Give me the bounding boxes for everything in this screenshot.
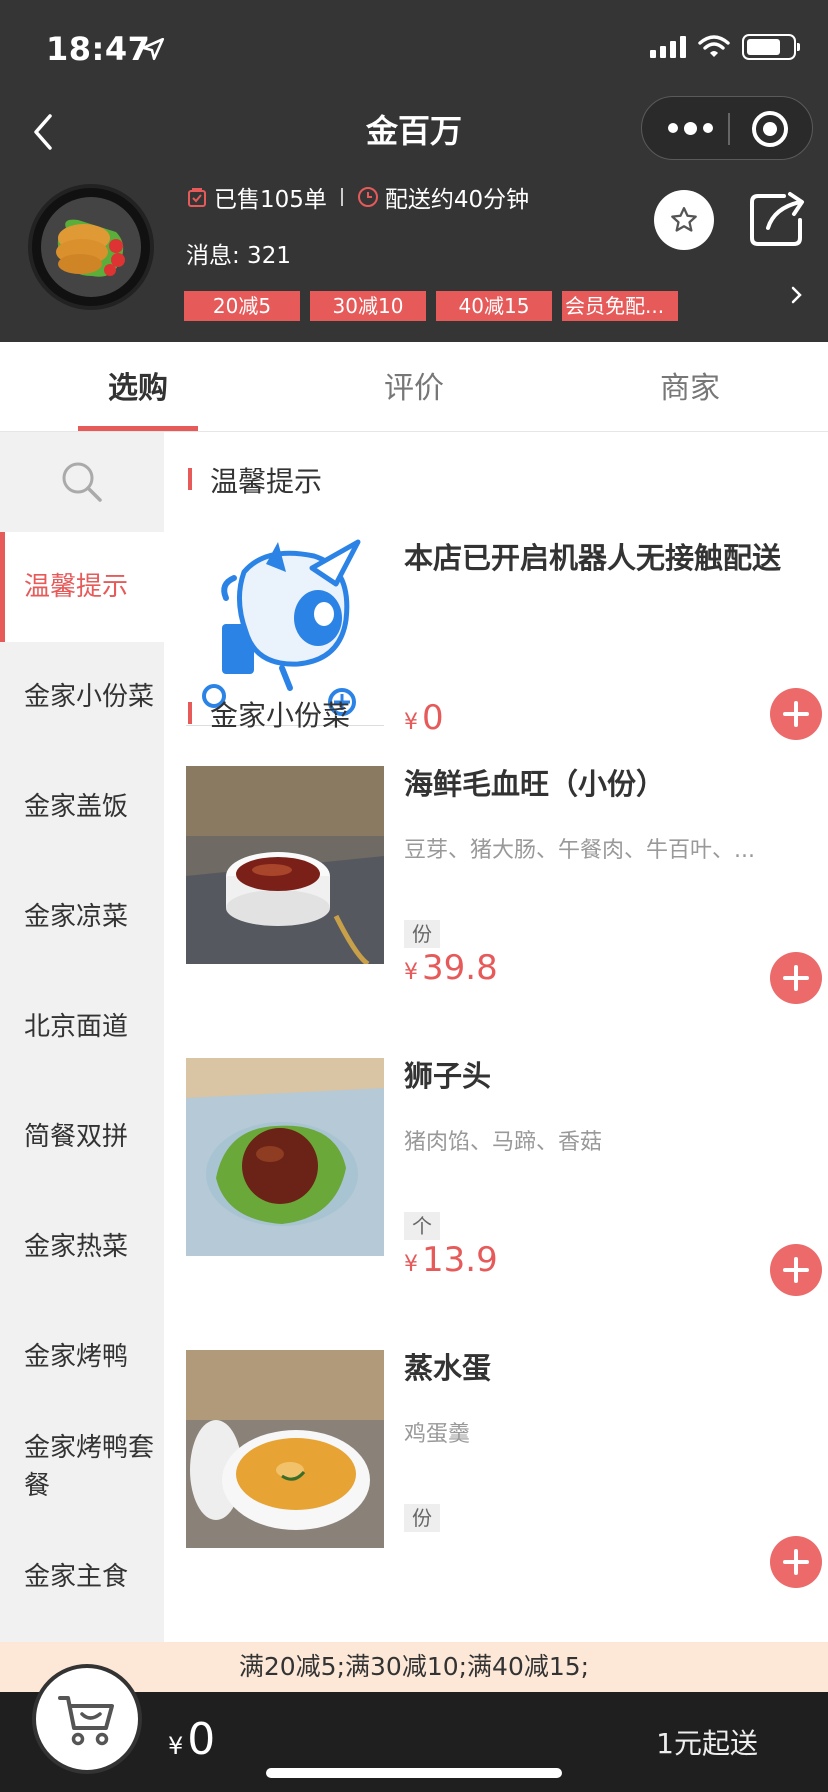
- add-to-cart-button[interactable]: [770, 1536, 822, 1588]
- mini-program-capsule: [641, 96, 813, 160]
- wifi-icon: [698, 35, 730, 57]
- tab-active-indicator: [78, 426, 198, 431]
- sidebar-item-small-dishes[interactable]: 金家小份菜: [0, 642, 164, 752]
- min-order-label: 1元起送: [656, 1727, 758, 1760]
- item-unit: 份: [404, 920, 440, 948]
- shopping-cart-icon: [58, 1696, 114, 1746]
- sidebar-item-noodles[interactable]: 北京面道: [0, 972, 164, 1082]
- sidebar-search[interactable]: [0, 432, 164, 532]
- sidebar-item-roast-duck[interactable]: 金家烤鸭: [0, 1302, 164, 1412]
- store-logo: [28, 184, 154, 310]
- status-icons: [650, 34, 800, 60]
- add-to-cart-button[interactable]: [770, 688, 822, 740]
- cart-total: ¥0: [168, 1714, 216, 1765]
- list-item[interactable]: 狮子头 猪肉馅、马蹄、香菇 个 ¥13.9: [186, 1058, 822, 1296]
- store-stats: 已售105单 配送约40分钟: [186, 180, 529, 214]
- item-unit: 个: [404, 1212, 440, 1240]
- item-unit: 份: [404, 1504, 440, 1532]
- tab-merchant[interactable]: 商家: [552, 342, 828, 432]
- discount-tag: 20减5: [184, 291, 300, 321]
- cellular-signal-icon: [650, 36, 686, 58]
- item-price: ¥13.9: [404, 1240, 498, 1280]
- item-name: 海鲜毛血旺（小份）: [404, 767, 666, 801]
- item-name: 蒸水蛋: [404, 1351, 492, 1385]
- sidebar-item-cold-dishes[interactable]: 金家凉菜: [0, 862, 164, 972]
- item-name: 狮子头: [404, 1059, 492, 1093]
- item-name: 本店已开启机器人无接触配送: [404, 541, 782, 575]
- discount-tag: 40减15: [436, 291, 552, 321]
- tab-bar: 选购 评价 商家: [0, 342, 828, 432]
- clock-icon: [357, 187, 378, 207]
- star-icon: [671, 207, 697, 232]
- item-price: ¥39.8: [404, 948, 498, 988]
- sidebar-item-staples[interactable]: 金家主食: [0, 1522, 164, 1632]
- sold-count: 已售105单: [214, 187, 327, 213]
- spicy-seafood-image: [186, 766, 384, 964]
- add-to-cart-button[interactable]: [770, 1244, 822, 1296]
- section-title: 金家小份菜: [188, 694, 350, 734]
- battery-icon: [742, 34, 800, 60]
- location-arrow-icon: [141, 37, 165, 61]
- message-count: 消息: 321: [186, 243, 291, 269]
- sidebar-item-rice-bowls[interactable]: 金家盖饭: [0, 752, 164, 862]
- list-item[interactable]: 蒸水蛋 鸡蛋羹 份: [186, 1350, 822, 1588]
- close-miniprogram-icon[interactable]: [752, 111, 788, 147]
- sidebar-item-combo[interactable]: 简餐双拼: [0, 1082, 164, 1192]
- favorite-button[interactable]: [654, 190, 714, 250]
- list-item[interactable]: 海鲜毛血旺（小份） 豆芽、猪大肠、午餐肉、牛百叶、... 份 ¥39.8: [186, 766, 822, 1004]
- home-indicator: [266, 1768, 562, 1778]
- add-to-cart-button[interactable]: [770, 952, 822, 1004]
- lion-head-image: [186, 1058, 384, 1256]
- steamed-egg-image: [186, 1350, 384, 1548]
- item-desc: 猪肉馅、马蹄、香菇: [404, 1130, 603, 1155]
- delivery-time: 配送约40分钟: [384, 187, 530, 213]
- member-tag: 会员免配...: [562, 291, 678, 321]
- item-desc: 鸡蛋羹: [404, 1422, 471, 1447]
- product-list: 温馨提示 本店已开启机器人无接触配送 ¥0 金家小份菜 海鲜毛血旺（小份） 豆芽…: [164, 432, 828, 1642]
- chevron-right-icon[interactable]: [790, 284, 804, 306]
- section-title: 温馨提示: [188, 460, 322, 500]
- item-desc: 豆芽、猪大肠、午餐肉、牛百叶、...: [404, 838, 755, 863]
- sidebar-item-tips[interactable]: 温馨提示: [0, 532, 164, 642]
- share-icon[interactable]: [748, 190, 808, 246]
- sidebar-item-roast-duck-set[interactable]: 金家烤鸭套餐: [0, 1412, 164, 1522]
- store-header: 18:47 金百万 已售105单 配送约40分钟 消息: 321 20减5 30…: [0, 0, 828, 342]
- cart-button[interactable]: [32, 1664, 142, 1774]
- category-sidebar: 温馨提示 金家小份菜 金家盖饭 金家凉菜 北京面道 简餐双拼 金家热菜 金家烤鸭…: [0, 432, 164, 1642]
- tab-shop[interactable]: 选购: [0, 342, 276, 432]
- sidebar-item-hot-dishes[interactable]: 金家热菜: [0, 1192, 164, 1302]
- discount-tag: 30减10: [310, 291, 426, 321]
- discount-tags: 20减5 30减10 40减15 会员免配...: [184, 291, 678, 321]
- tab-reviews[interactable]: 评价: [276, 342, 552, 432]
- item-price: ¥0: [404, 698, 444, 738]
- search-icon[interactable]: [58, 458, 106, 506]
- more-dots-icon[interactable]: [668, 121, 713, 135]
- status-time: 18:47: [46, 30, 151, 68]
- orders-bag-icon: [188, 188, 206, 207]
